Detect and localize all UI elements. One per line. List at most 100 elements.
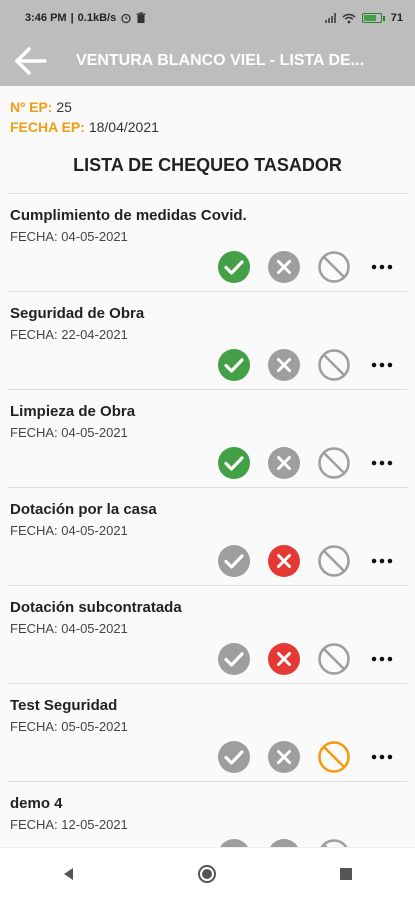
- checklist-item[interactable]: Limpieza de Obra FECHA: 04-05-2021: [8, 389, 407, 487]
- item-date: FECHA: 04-05-2021: [10, 425, 128, 440]
- no-entry-icon: [318, 447, 350, 479]
- system-nav-bar: [0, 847, 415, 900]
- item-actions: [217, 740, 397, 774]
- ep-number-label: Nº EP:: [10, 99, 53, 115]
- item-title: Test Seguridad: [10, 697, 118, 714]
- item-title: demo 4: [10, 795, 63, 812]
- ep-info: Nº EP: 25 FECHA EP: 18/04/2021: [10, 97, 159, 137]
- checklist-item[interactable]: Seguridad de Obra FECHA: 22-04-2021: [8, 291, 407, 389]
- more-horizontal-icon: [371, 656, 393, 662]
- triangle-back-icon: [64, 868, 74, 880]
- approve-button[interactable]: [217, 250, 251, 284]
- not-applicable-button[interactable]: [317, 348, 351, 382]
- alarm-icon: [121, 13, 131, 24]
- item-actions: [217, 446, 397, 480]
- item-actions: [217, 544, 397, 578]
- not-applicable-button[interactable]: [317, 250, 351, 284]
- x-circle-icon: [268, 447, 300, 479]
- approve-button[interactable]: [217, 740, 251, 774]
- no-entry-icon: [318, 349, 350, 381]
- reject-button[interactable]: [267, 348, 301, 382]
- reject-button[interactable]: [267, 544, 301, 578]
- item-title: Seguridad de Obra: [10, 305, 145, 322]
- more-horizontal-icon: [371, 264, 393, 270]
- not-applicable-button[interactable]: [317, 740, 351, 774]
- checklist-item[interactable]: Cumplimiento de medidas Covid. FECHA: 04…: [8, 193, 407, 291]
- more-options-button[interactable]: [367, 642, 397, 676]
- nav-recents-button[interactable]: [326, 854, 366, 894]
- not-applicable-button[interactable]: [317, 446, 351, 480]
- x-circle-icon: [268, 643, 300, 675]
- arrow-left-icon: [15, 47, 47, 75]
- app-bar: VENTURA BLANCO VIEL - LISTA DE...: [0, 36, 415, 86]
- list-title: LISTA DE CHEQUEO TASADOR: [73, 155, 342, 175]
- checklist-item[interactable]: Dotación por la casa FECHA: 04-05-2021: [8, 487, 407, 585]
- checklist-item[interactable]: Test Seguridad FECHA: 05-05-2021: [8, 683, 407, 781]
- status-time: 3:46 PM: [25, 12, 67, 24]
- more-horizontal-icon: [371, 558, 393, 564]
- item-date: FECHA: 05-05-2021: [10, 719, 128, 734]
- more-horizontal-icon: [371, 362, 393, 368]
- check-circle-icon: [218, 251, 250, 283]
- more-horizontal-icon: [371, 460, 393, 466]
- item-title: Limpieza de Obra: [10, 403, 136, 420]
- item-actions: [217, 642, 397, 676]
- wifi-icon: [342, 13, 356, 23]
- more-options-button[interactable]: [367, 544, 397, 578]
- item-actions: [217, 348, 397, 382]
- battery-icon: [361, 13, 382, 23]
- check-circle-icon: [218, 741, 250, 773]
- ep-date-value: 18/04/2021: [88, 119, 159, 135]
- check-circle-icon: [218, 447, 250, 479]
- item-date: FECHA: 04-05-2021: [10, 523, 128, 538]
- square-recents-icon: [339, 868, 352, 880]
- reject-button[interactable]: [267, 642, 301, 676]
- item-title: Dotación por la casa: [10, 501, 157, 518]
- more-horizontal-icon: [371, 754, 393, 760]
- item-title: Dotación subcontratada: [10, 599, 182, 616]
- trash-icon: [136, 12, 146, 23]
- item-date: FECHA: 04-05-2021: [10, 229, 128, 244]
- approve-button[interactable]: [217, 642, 251, 676]
- back-button[interactable]: [10, 41, 50, 81]
- ep-date-label: FECHA EP:: [10, 119, 85, 135]
- checklist: Cumplimiento de medidas Covid. FECHA: 04…: [0, 193, 415, 879]
- no-entry-icon: [318, 251, 350, 283]
- more-options-button[interactable]: [367, 348, 397, 382]
- check-circle-icon: [218, 643, 250, 675]
- check-circle-icon: [218, 349, 250, 381]
- approve-button[interactable]: [217, 544, 251, 578]
- x-circle-icon: [268, 349, 300, 381]
- status-speed: 0.1kB/s: [77, 12, 117, 24]
- not-applicable-button[interactable]: [317, 642, 351, 676]
- page-title: VENTURA BLANCO VIEL - LISTA DE...: [76, 52, 365, 69]
- signal-icon: [324, 13, 336, 23]
- no-entry-icon: [318, 741, 350, 773]
- battery-level: 71: [390, 12, 403, 24]
- x-circle-icon: [268, 545, 300, 577]
- status-left: 3:46 PM | 0.1kB/s: [25, 12, 146, 24]
- item-title: Cumplimiento de medidas Covid.: [10, 207, 247, 224]
- reject-button[interactable]: [267, 740, 301, 774]
- battery-tip: [382, 15, 385, 21]
- ep-number-value: 25: [56, 99, 72, 115]
- status-separator: |: [70, 12, 74, 24]
- ep-date-row: FECHA EP: 18/04/2021: [10, 117, 159, 137]
- check-circle-icon: [218, 545, 250, 577]
- more-options-button[interactable]: [367, 740, 397, 774]
- approve-button[interactable]: [217, 348, 251, 382]
- no-entry-icon: [318, 545, 350, 577]
- more-options-button[interactable]: [367, 250, 397, 284]
- reject-button[interactable]: [267, 446, 301, 480]
- not-applicable-button[interactable]: [317, 544, 351, 578]
- item-date: FECHA: 22-04-2021: [10, 327, 128, 342]
- item-date: FECHA: 04-05-2021: [10, 621, 128, 636]
- nav-back-button[interactable]: [49, 854, 89, 894]
- more-options-button[interactable]: [367, 446, 397, 480]
- reject-button[interactable]: [267, 250, 301, 284]
- checklist-item[interactable]: Dotación subcontratada FECHA: 04-05-2021: [8, 585, 407, 683]
- item-date: FECHA: 12-05-2021: [10, 817, 128, 832]
- approve-button[interactable]: [217, 446, 251, 480]
- item-actions: [217, 250, 397, 284]
- nav-home-button[interactable]: [187, 854, 227, 894]
